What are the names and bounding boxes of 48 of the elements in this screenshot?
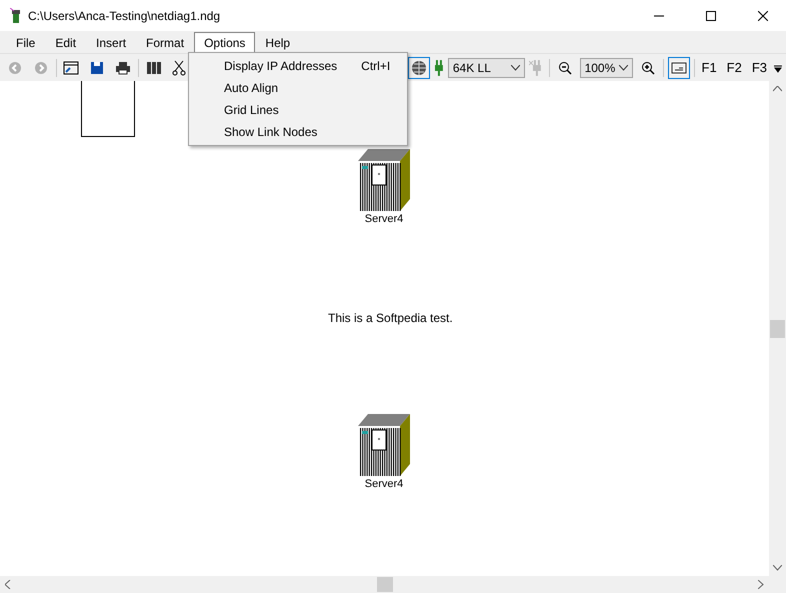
- zoom-dropdown[interactable]: 100%: [580, 58, 634, 78]
- globe-icon: [411, 60, 428, 76]
- scroll-down-icon: [773, 565, 782, 571]
- library-icon: [146, 60, 162, 74]
- scrollbar-thumb[interactable]: [770, 320, 785, 338]
- open-icon: [63, 60, 80, 74]
- back-icon: [8, 60, 22, 74]
- chevron-icon: [511, 64, 520, 70]
- zoom-in-icon: [640, 60, 655, 74]
- save-icon: [90, 60, 104, 74]
- menu-item[interactable]: Edit: [45, 32, 86, 53]
- menu-item[interactable]: Help: [255, 32, 300, 53]
- print-icon: [114, 60, 131, 74]
- horizontal-scrollbar[interactable]: [0, 576, 786, 593]
- server-icon: [358, 414, 410, 476]
- label-icon: [670, 62, 687, 74]
- menu-item[interactable]: File: [6, 32, 46, 53]
- node-label: Server4: [364, 213, 404, 225]
- overflow-icon: [774, 62, 782, 72]
- scrollbar-thumb[interactable]: [376, 577, 392, 592]
- canvas-text: This is a Softpedia test.: [328, 311, 453, 325]
- scroll-right-icon: [758, 580, 764, 589]
- node-label: Server4: [364, 478, 404, 490]
- function-key-button[interactable]: F3: [748, 60, 770, 75]
- menu-option[interactable]: Grid Lines: [189, 99, 407, 121]
- menu-item[interactable]: Insert: [86, 32, 136, 53]
- menu-item[interactable]: Options: [194, 32, 256, 53]
- function-key-button[interactable]: F2: [724, 60, 745, 75]
- maximize-icon: [706, 10, 716, 20]
- forward-icon: [34, 60, 48, 74]
- menu-option[interactable]: Auto Align: [189, 77, 407, 99]
- menu-option[interactable]: Show Link Nodes: [189, 121, 407, 143]
- label-button[interactable]: [668, 56, 690, 78]
- window-title: C:\Users\Anca-Testing\netdiag1.ndg: [28, 8, 222, 22]
- chevron-icon: [619, 64, 628, 70]
- cut-icon: [172, 60, 186, 76]
- plug-icon: [434, 60, 444, 76]
- menu-option[interactable]: Display IP Addresses Ctrl+I: [189, 55, 407, 77]
- link-type-dropdown[interactable]: 64K LL: [448, 58, 526, 78]
- function-key-button[interactable]: F1: [698, 60, 720, 75]
- scroll-up-icon: [773, 86, 782, 92]
- globe-button[interactable]: [408, 56, 430, 78]
- server-icon: [358, 149, 410, 211]
- scroll-left-icon: [5, 580, 11, 589]
- app-icon: [10, 8, 22, 24]
- close-icon: [758, 10, 768, 20]
- menu-item[interactable]: Format: [136, 32, 194, 53]
- zoom-out-icon: [558, 60, 572, 74]
